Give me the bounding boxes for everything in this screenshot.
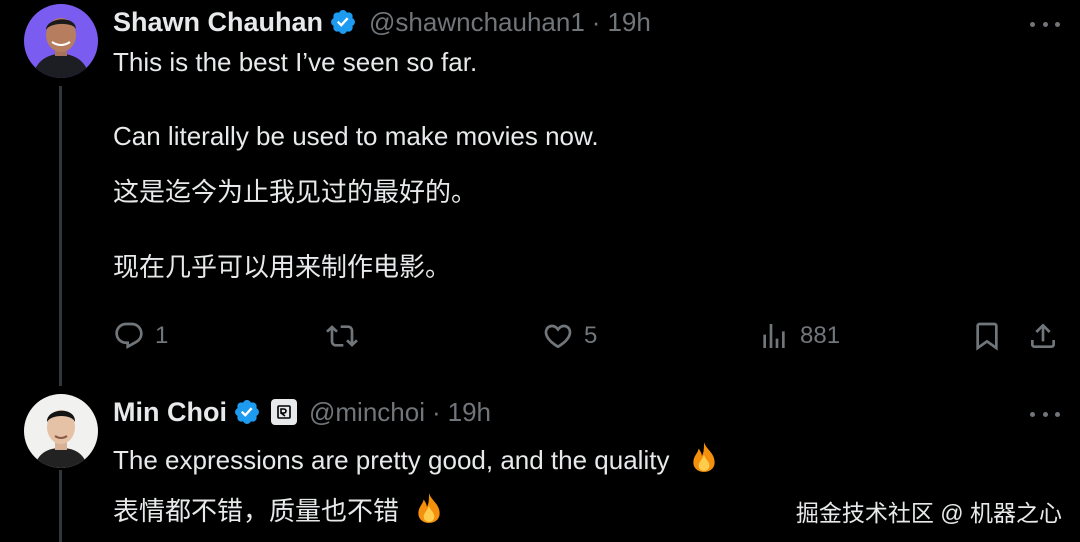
tweet-text-line: 表情都不错，质量也不错: [113, 491, 446, 528]
heart-icon: [542, 320, 574, 352]
author-name[interactable]: Shawn Chauhan: [113, 7, 323, 38]
watermark: 掘金技术社区 @ 机器之心: [795, 500, 1062, 526]
like-button[interactable]: 5: [542, 316, 597, 356]
author-handle[interactable]: @shawnchauhan1: [369, 7, 585, 38]
more-options-icon[interactable]: [1030, 404, 1060, 424]
fire-emoji-icon: [687, 440, 721, 474]
avatar[interactable]: [24, 394, 98, 468]
thread-line: [59, 86, 62, 386]
timestamp[interactable]: 19h: [448, 397, 491, 428]
more-options-icon[interactable]: [1030, 14, 1060, 34]
bookmark-button[interactable]: [971, 316, 1003, 356]
tweet-text-line: 这是迄今为止我见过的最好的。: [113, 177, 478, 207]
tweet-text-line: The expressions are pretty good, and the…: [113, 440, 721, 476]
reply-icon: [113, 320, 145, 352]
separator-dot: ·: [591, 6, 601, 37]
tweet-header: Min Choi @minchoi · 19h: [113, 394, 491, 430]
tweet-text: The expressions are pretty good, and the…: [113, 445, 670, 475]
bookmark-icon: [971, 320, 1003, 352]
author-name[interactable]: Min Choi: [113, 397, 227, 428]
timestamp[interactable]: 19h: [607, 7, 650, 38]
reply-button[interactable]: 1: [113, 316, 168, 356]
view-count: 881: [800, 322, 841, 349]
reply-count: 1: [155, 322, 169, 349]
separator-dot: ·: [431, 396, 441, 427]
avatar[interactable]: [24, 4, 98, 78]
affiliation-badge-icon[interactable]: [270, 399, 297, 425]
like-count: 5: [584, 322, 598, 349]
author-handle[interactable]: @minchoi: [309, 397, 425, 428]
thread-line: [59, 470, 62, 542]
share-button[interactable]: [1027, 316, 1059, 356]
views-button[interactable]: 881: [758, 316, 840, 356]
retweet-icon: [326, 320, 358, 352]
verified-badge-icon: [329, 8, 357, 36]
share-icon: [1027, 320, 1059, 352]
views-chart-icon: [758, 320, 790, 352]
fire-emoji-icon: [412, 491, 446, 525]
tweet-text-line: Can literally be used to make movies now…: [113, 121, 599, 151]
tweet-text-line: 现在几乎可以用来制作电影。: [113, 252, 452, 282]
retweet-button[interactable]: [326, 316, 358, 356]
tweet-actions: 1 5 881: [113, 316, 1059, 356]
tweet-text: 表情都不错，质量也不错: [113, 496, 400, 526]
tweet-text-line: This is the best I’ve seen so far.: [113, 47, 478, 77]
verified-badge-icon: [233, 398, 261, 426]
tweet-header: Shawn Chauhan @shawnchauhan1 · 19h: [113, 4, 651, 40]
